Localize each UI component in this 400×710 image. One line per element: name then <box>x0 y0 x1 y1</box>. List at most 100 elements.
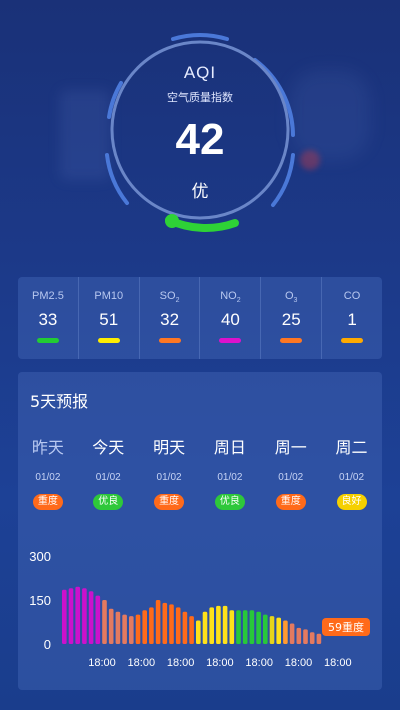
aqi-level: 优 <box>191 182 209 202</box>
chart-bar <box>75 586 80 644</box>
pollutant-item[interactable]: O3 25 <box>261 277 323 359</box>
forecast-day-badge: 重度 <box>32 494 63 510</box>
pollutant-name: NO2 <box>200 290 260 304</box>
forecast-days: 昨天 01/02 重度 今天 01/02 优良 明天 01/02 重度 周日 01/02 优良 周一 01… <box>18 434 382 510</box>
chart-bar <box>129 616 134 644</box>
chart-x-tick-label: 18:00 <box>245 657 273 669</box>
forecast-day-name: 周二 <box>335 438 368 457</box>
pollutant-item[interactable]: SO2 32 <box>140 277 201 359</box>
pollutant-name-text: CO <box>343 290 361 302</box>
forecast-title: 5天预报 <box>30 392 89 411</box>
forecast-day-date: 01/02 <box>278 472 304 483</box>
chart-bar <box>316 633 322 644</box>
chart-current-label: 59重度 <box>322 618 370 636</box>
chart-x-tick-label: 18:00 <box>206 657 234 669</box>
pollutant-name-subscript: 3 <box>293 297 298 305</box>
pollutant-value: 51 <box>99 310 119 329</box>
forecast-day-date: 01/02 <box>95 472 121 483</box>
chart-bar <box>263 614 268 644</box>
forecast-day[interactable]: 周一 01/02 重度 <box>260 434 321 510</box>
pollutant-item[interactable]: NO2 40 <box>200 277 262 359</box>
pollutant-name-text: O <box>284 290 294 302</box>
chart-bar <box>209 607 214 644</box>
chart-bar <box>289 623 295 644</box>
chart-x-tick-label: 18:00 <box>88 657 116 669</box>
pollutant-panel: PM2.5 33 PM10 51 SO2 32 NO2 40 O3 25 CO 1 <box>18 277 382 359</box>
chart-bar <box>309 632 315 644</box>
forecast-day[interactable]: 周日 01/02 优良 <box>199 434 260 510</box>
forecast-day[interactable]: 今天 01/02 优良 <box>78 434 139 510</box>
chart-bar <box>269 616 275 644</box>
forecast-day-name: 周一 <box>274 438 307 457</box>
chart-bar <box>216 605 221 644</box>
pollutant-value: 25 <box>281 310 301 329</box>
chart-current-label-text: 59重度 <box>328 620 364 634</box>
chart-bar <box>189 616 194 644</box>
forecast-day-badge: 良好 <box>336 494 367 510</box>
forecast-day-badge: 优良 <box>214 494 245 510</box>
pollutant-value: 40 <box>220 310 240 329</box>
pollutant-name: O3 <box>261 290 321 304</box>
forecast-day-badge: 重度 <box>275 494 306 510</box>
chart-bar <box>249 610 255 644</box>
forecast-day-date: 01/02 <box>156 472 182 483</box>
pollutant-item[interactable]: PM2.5 33 <box>18 277 79 359</box>
forecast-day[interactable]: 明天 01/02 重度 <box>139 434 200 510</box>
pollutant-value: 32 <box>160 310 180 329</box>
forecast-card: 5天预报 昨天 01/02 重度 今天 01/02 优良 明天 01/02 重度 周日 01/02 优… <box>18 372 382 690</box>
chart-bar <box>155 600 161 644</box>
pollutant-name: CO <box>322 290 382 304</box>
forecast-day[interactable]: 周二 01/02 良好 <box>321 434 382 510</box>
chart-bar <box>196 620 201 644</box>
chart-x-tick-label: 18:00 <box>128 657 156 669</box>
pollutant-item[interactable]: CO 1 <box>322 277 382 359</box>
chart-bar <box>296 627 302 644</box>
aqi-title: AQI <box>183 63 217 82</box>
chart-bar <box>88 591 94 644</box>
pollutant-level-bar <box>280 338 303 343</box>
pollutant-name: SO2 <box>140 290 200 304</box>
pollutant-level-bar <box>158 338 181 343</box>
pollutant-name-text: PM2.5 <box>32 290 64 302</box>
chart-x-tick-label: 18:00 <box>285 657 313 669</box>
chart-bar <box>162 602 168 644</box>
pollutant-item[interactable]: PM10 51 <box>79 277 140 359</box>
chart-bar <box>102 600 107 644</box>
chart-bar <box>222 605 228 644</box>
pollutant-name: PM2.5 <box>18 290 78 304</box>
forecast-day-name: 周日 <box>213 438 246 457</box>
forecast-day-name: 今天 <box>92 438 125 457</box>
pollutant-level-bar <box>97 338 120 343</box>
pollutant-name: PM10 <box>79 290 139 304</box>
aqi-subtitle: 空气质量指数 <box>167 91 233 104</box>
chart-bar <box>169 604 174 644</box>
chart-bar <box>135 614 141 644</box>
chart-y-tick-label: 300 <box>29 549 51 564</box>
forecast-day-date: 01/02 <box>35 472 61 483</box>
chart-bar <box>242 610 248 644</box>
chart-bar <box>115 611 121 644</box>
forecast-day-badge: 优良 <box>93 494 124 510</box>
chart-bar <box>236 610 241 644</box>
pollutant-value: 33 <box>38 310 58 329</box>
pollutant-level-bar <box>341 338 364 343</box>
chart-x-tick-label: 18:00 <box>324 657 352 669</box>
forecast-day-name: 昨天 <box>31 438 64 457</box>
chart-bar <box>283 620 288 644</box>
chart-y-tick-label: 0 <box>44 637 51 652</box>
chart-bar <box>82 588 87 644</box>
chart-bar <box>62 589 67 644</box>
forecast-chart: 300 150 0 18:00 18:00 18:00 18:00 18:00 18:00 18:… <box>29 549 370 669</box>
pollutant-name-text: PM10 <box>94 290 124 302</box>
chart-x-tick-label: 18:00 <box>167 657 195 669</box>
pollutant-name-text: NO <box>220 290 237 302</box>
forecast-day-date: 01/02 <box>339 472 365 483</box>
chart-y-tick-label: 150 <box>29 593 51 608</box>
pollutant-name-text: SO <box>159 290 176 302</box>
pollutant-value: 1 <box>347 310 357 329</box>
pollutant-name-subscript: 2 <box>236 297 241 305</box>
forecast-day-date: 01/02 <box>217 472 243 483</box>
aqi-gauge: AQI 空气质量指数 42 优 <box>95 25 305 255</box>
chart-bar <box>276 617 281 644</box>
forecast-day[interactable]: 昨天 01/02 重度 <box>18 434 78 510</box>
